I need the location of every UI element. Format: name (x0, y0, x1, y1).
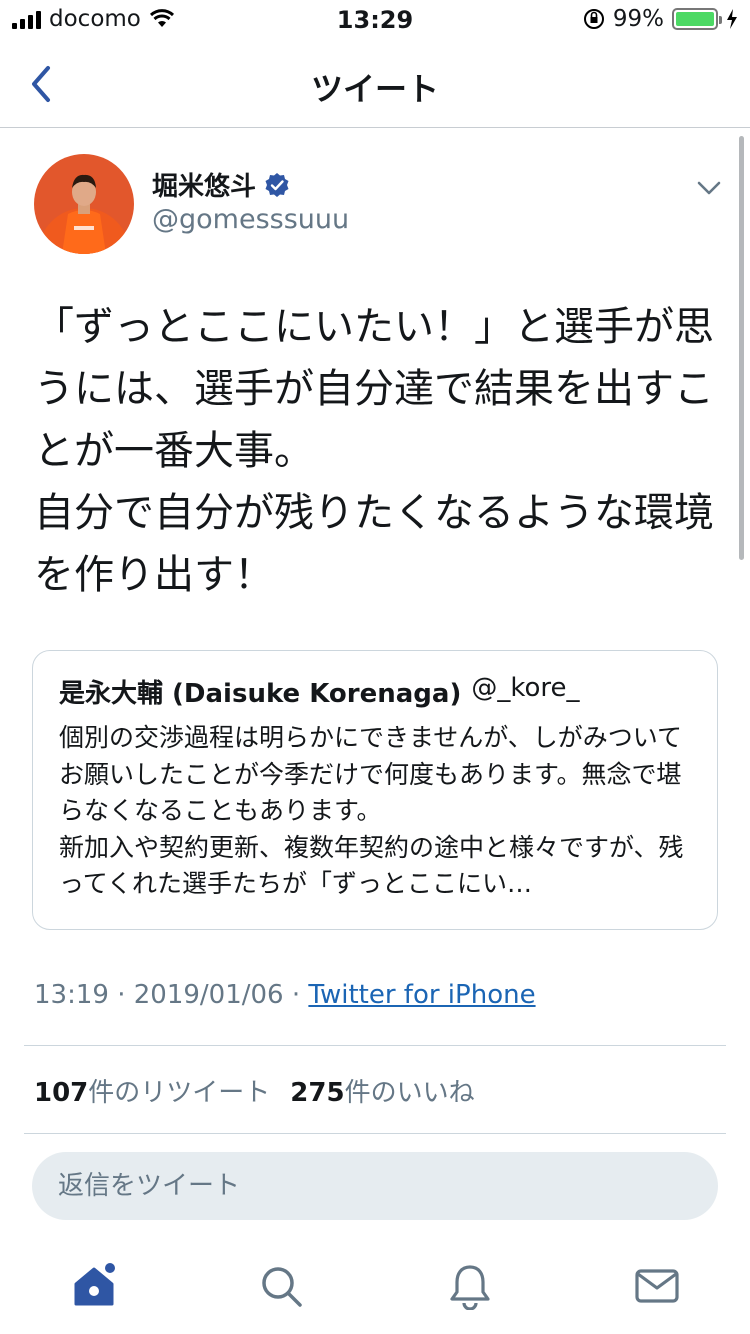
tweet-meta: 13:19 · 2019/01/06 · Twitter for iPhone (34, 980, 536, 1010)
tweet-text: 「ずっとここにいたい！」と選手が思うには、選手が自分達で結果を出すことが一番大事… (34, 304, 714, 598)
caret-down-icon[interactable] (694, 176, 724, 200)
divider (24, 1133, 726, 1134)
meta-separator: · (291, 980, 309, 1010)
reply-input[interactable] (58, 1171, 692, 1201)
retweets-label: 件のリツイート (88, 1078, 271, 1108)
search-icon[interactable] (257, 1262, 305, 1310)
notifications-icon[interactable] (446, 1262, 494, 1310)
scroll-indicator[interactable] (739, 136, 744, 560)
likes-count: 275 (290, 1078, 345, 1108)
likes-stat[interactable]: 275件のいいね (290, 1072, 474, 1109)
quoted-tweet-header: 是永大輔 (Daisuke Korenaga) @_kore_ (59, 673, 691, 710)
tweet-source-link[interactable]: Twitter for iPhone (308, 980, 535, 1010)
avatar-image (34, 154, 134, 254)
quoted-tweet-text: 個別の交渉過程は明らかにできませんが、しがみついてお願いしたことが今季だけで何度… (59, 723, 684, 898)
author-name-row[interactable]: 堀米悠斗 (152, 166, 290, 203)
battery-fill (676, 12, 714, 26)
home-icon[interactable] (70, 1262, 118, 1310)
verified-badge-icon (265, 172, 289, 197)
tweet-stats: 107件のリツイート 275件のいいね (34, 1072, 475, 1109)
quoted-author-handle: @_kore_ (471, 673, 580, 703)
author-name: 堀米悠斗 (152, 172, 257, 202)
status-bar: docomo 13:29 99% (0, 0, 750, 40)
reply-box[interactable] (32, 1152, 718, 1220)
tweet-date: 2019/01/06 (133, 980, 284, 1010)
retweets-count: 107 (34, 1078, 89, 1108)
page-title: ツイート (310, 70, 439, 108)
orientation-lock-icon (583, 9, 604, 29)
battery-percent: 99% (612, 6, 664, 32)
divider (24, 1045, 726, 1046)
tweet-time: 13:19 (34, 980, 109, 1010)
tab-bar (0, 1240, 750, 1334)
avatar[interactable] (34, 154, 134, 254)
retweets-stat[interactable]: 107件のリツイート (34, 1072, 270, 1109)
battery-icon (672, 8, 722, 30)
quoted-author-name: 是永大輔 (Daisuke Korenaga) (59, 679, 462, 709)
messages-icon[interactable] (633, 1262, 681, 1310)
quoted-tweet[interactable]: 是永大輔 (Daisuke Korenaga) @_kore_ 個別の交渉過程は… (32, 650, 718, 930)
meta-separator: · (117, 980, 134, 1010)
likes-label: 件のいいね (344, 1078, 475, 1108)
charging-icon (727, 9, 737, 29)
status-right: 99% (583, 6, 738, 32)
nav-bar: ツイート (0, 40, 750, 128)
author-handle[interactable]: @gomesssuuu (152, 204, 349, 235)
